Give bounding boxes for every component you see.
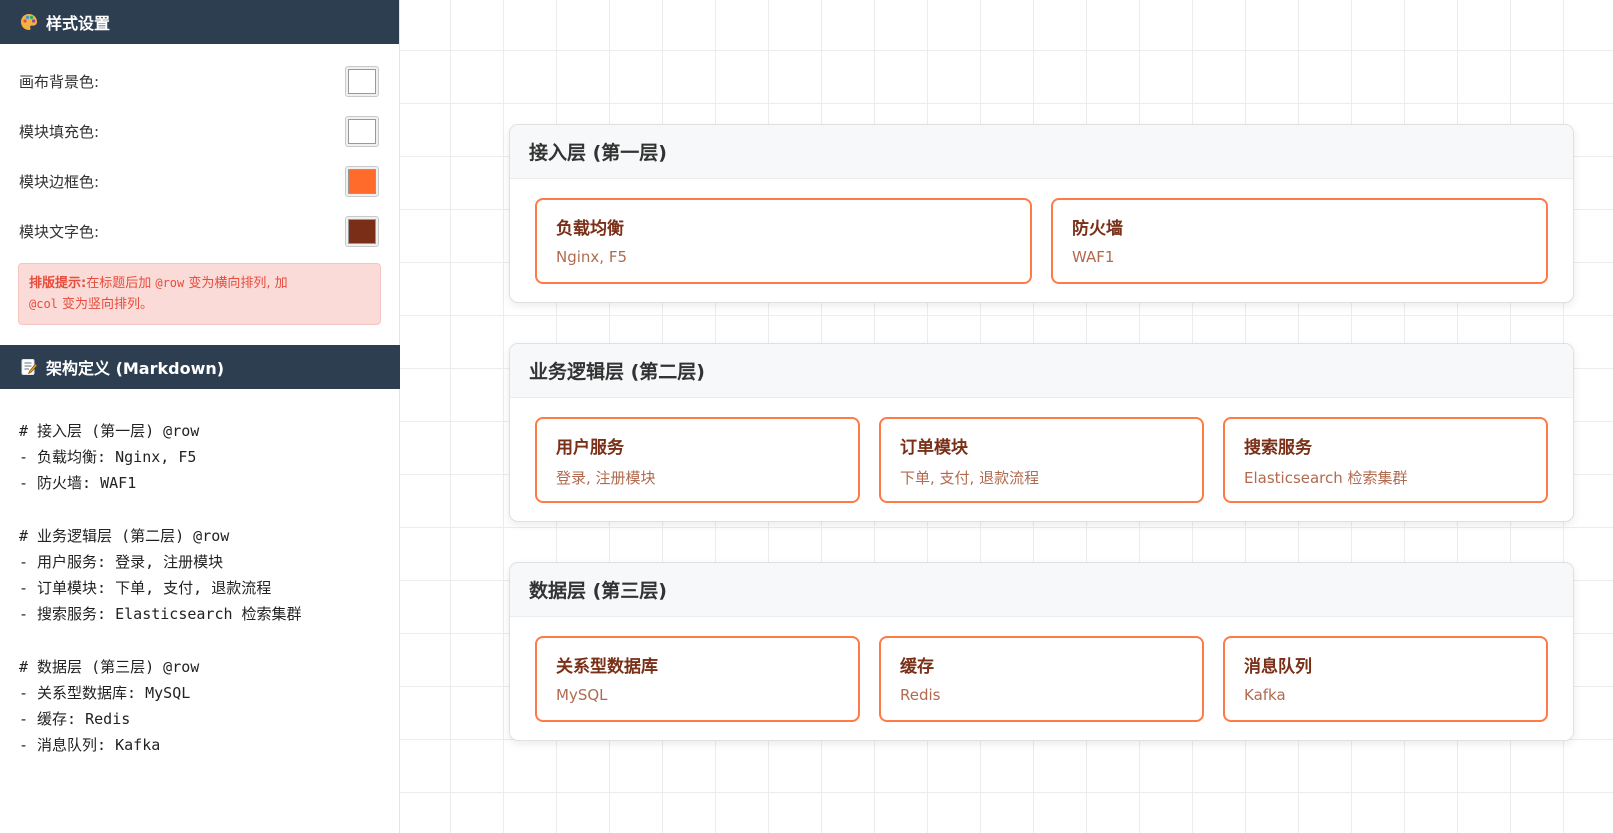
module-title: 消息队列	[1244, 657, 1312, 677]
module-desc: Elasticsearch 检索集群	[1244, 469, 1408, 487]
module-desc: WAF1	[1072, 248, 1115, 266]
hint-code-col: @col	[29, 297, 58, 311]
module-desc: Nginx, F5	[556, 248, 628, 266]
layer-title: 数据层 (第三层)	[510, 563, 1573, 617]
setting-module-text: 模块文字色:	[19, 214, 379, 248]
module-card[interactable]: 缓存 Redis	[879, 636, 1204, 722]
module-card[interactable]: 用户服务 登录, 注册模块	[535, 417, 860, 503]
module-title: 搜索服务	[1244, 438, 1312, 458]
module-desc: MySQL	[556, 686, 608, 704]
setting-label: 模块填充色:	[19, 122, 100, 141]
setting-label: 模块边框色:	[19, 172, 100, 191]
palette-icon	[19, 12, 39, 32]
markdown-editor[interactable]: # 接入层 (第一层) @row - 负载均衡: Nginx, F5 - 防火墙…	[0, 398, 399, 833]
module-card[interactable]: 关系型数据库 MySQL	[535, 636, 860, 722]
hint-text: 在标题后加	[86, 276, 156, 291]
markdown-header: 架构定义 (Markdown)	[0, 345, 400, 389]
module-row: 用户服务 登录, 注册模块 订单模块 下单, 支付, 退款流程 搜索服务 Ela…	[535, 417, 1548, 503]
memo-icon	[19, 357, 39, 377]
module-card[interactable]: 消息队列 Kafka	[1223, 636, 1548, 722]
module-desc: Redis	[900, 686, 941, 704]
module-card[interactable]: 搜索服务 Elasticsearch 检索集群	[1223, 417, 1548, 503]
sidebar: 样式设置 画布背景色: 模块填充色: 模块边框色: 模块文字色: 排版提示:在标…	[0, 0, 400, 833]
module-row: 关系型数据库 MySQL 缓存 Redis 消息队列 Kafka	[535, 636, 1548, 722]
module-title: 订单模块	[900, 438, 968, 458]
module-desc: 下单, 支付, 退款流程	[900, 469, 1040, 487]
hint-text: 变为竖向排列。	[57, 297, 154, 312]
module-title: 用户服务	[556, 438, 624, 458]
module-title: 关系型数据库	[556, 657, 658, 677]
layer-access: 接入层 (第一层) 负载均衡 Nginx, F5 防火墙 WAF1	[509, 124, 1574, 303]
module-desc: 登录, 注册模块	[556, 469, 656, 487]
layer-business: 业务逻辑层 (第二层) 用户服务 登录, 注册模块 订单模块 下单, 支付, 退…	[509, 343, 1574, 522]
style-settings-header: 样式设置	[0, 0, 399, 44]
markdown-title: 架构定义 (Markdown)	[46, 359, 225, 378]
style-settings-title: 样式设置	[46, 14, 111, 33]
module-row: 负载均衡 Nginx, F5 防火墙 WAF1	[535, 198, 1548, 284]
hint-text: 变为横向排列, 加	[184, 276, 288, 291]
layer-title: 业务逻辑层 (第二层)	[510, 344, 1573, 398]
setting-module-border: 模块边框色:	[19, 164, 379, 198]
module-desc: Kafka	[1244, 686, 1286, 704]
setting-label: 画布背景色:	[19, 72, 100, 91]
module-card[interactable]: 防火墙 WAF1	[1051, 198, 1548, 284]
style-settings-section: 样式设置 画布背景色: 模块填充色: 模块边框色: 模块文字色: 排版提示:在标…	[0, 0, 399, 325]
canvas-bg-color-picker[interactable]	[345, 65, 379, 97]
module-text-color-picker[interactable]	[345, 215, 379, 247]
setting-canvas-bg: 画布背景色:	[19, 64, 379, 98]
setting-label: 模块文字色:	[19, 222, 100, 241]
module-card[interactable]: 负载均衡 Nginx, F5	[535, 198, 1032, 284]
module-title: 防火墙	[1072, 219, 1123, 239]
layer-title: 接入层 (第一层)	[510, 125, 1573, 179]
module-fill-color-picker[interactable]	[345, 115, 379, 147]
module-card[interactable]: 订单模块 下单, 支付, 退款流程	[879, 417, 1204, 503]
hint-code-row: @row	[155, 276, 185, 290]
layer-data: 数据层 (第三层) 关系型数据库 MySQL 缓存 Redis 消息队列 Kaf…	[509, 562, 1574, 741]
setting-module-fill: 模块填充色:	[19, 114, 379, 148]
module-border-color-picker[interactable]	[345, 165, 379, 197]
hint-strong: 排版提示:	[29, 276, 87, 291]
module-title: 负载均衡	[556, 219, 624, 239]
module-title: 缓存	[900, 657, 934, 677]
diagram-canvas[interactable]: 接入层 (第一层) 负载均衡 Nginx, F5 防火墙 WAF1 业务逻辑层 …	[400, 0, 1613, 833]
layout-hint: 排版提示:在标题后加 @row 变为横向排列, 加 @col 变为竖向排列。	[18, 263, 381, 325]
